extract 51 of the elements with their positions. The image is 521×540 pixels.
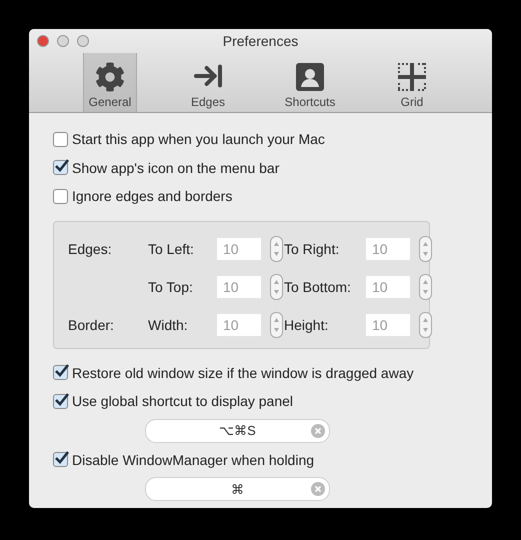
option-label: Ignore edges and borders: [72, 188, 232, 204]
gear-icon: [95, 62, 125, 92]
minimize-button[interactable]: [57, 35, 69, 47]
shortcut-field[interactable]: ⌘: [145, 477, 330, 501]
stepper[interactable]: [419, 312, 432, 338]
checkbox[interactable]: [53, 132, 68, 147]
stepper[interactable]: [270, 312, 283, 338]
up-down-arrows-icon: [423, 242, 428, 256]
checkbox[interactable]: [53, 365, 68, 380]
clear-icon[interactable]: [311, 482, 325, 496]
option-label: Start this app when you launch your Mac: [72, 131, 325, 148]
checkmark-icon: [54, 364, 68, 378]
up-down-arrows-icon: [423, 280, 428, 294]
zoom-button[interactable]: [77, 35, 89, 47]
up-down-arrows-icon: [274, 318, 279, 332]
field-label: Width:: [148, 316, 189, 332]
checkbox[interactable]: [53, 188, 68, 204]
option-label: Restore old window size if the window is dragged away: [72, 364, 414, 381]
group-label: Edges:: [68, 240, 113, 256]
toolbar-tab[interactable]: Grid: [391, 53, 433, 112]
up-down-arrows-icon: [274, 242, 279, 256]
field-label: To Right:: [284, 240, 340, 256]
option-label: Disable WindowManager when holding: [72, 452, 314, 468]
toolbar-tab[interactable]: Edges: [187, 53, 229, 112]
grid-icon: [397, 62, 427, 92]
field-label: To Bottom:: [284, 278, 352, 294]
stepper[interactable]: [270, 274, 283, 300]
option-label: Show app's icon on the menu bar: [72, 160, 280, 176]
up-down-arrows-icon: [274, 280, 279, 294]
up-down-arrows-icon: [423, 318, 428, 332]
checkmark-icon: [54, 451, 68, 464]
toolbar-tab[interactable]: Shortcuts: [274, 53, 346, 112]
stepper[interactable]: [419, 236, 432, 262]
shortcut-field[interactable]: ⌥⌘S: [145, 418, 330, 442]
checkbox[interactable]: [53, 452, 68, 468]
field-label: To Left:: [148, 240, 195, 256]
stepper[interactable]: [270, 236, 283, 262]
person-icon: [295, 62, 325, 92]
group-label: Border:: [68, 316, 115, 332]
checkmark-icon: [54, 159, 68, 172]
stepper[interactable]: [419, 274, 432, 300]
window-title: Preferences: [222, 33, 298, 49]
field-label: Height:: [284, 316, 330, 332]
close-button[interactable]: [37, 35, 49, 47]
option-label: Use global shortcut to display panel: [72, 393, 294, 410]
checkmark-icon: [54, 392, 68, 406]
field-label: To Top:: [148, 278, 194, 294]
clear-icon[interactable]: [311, 424, 325, 438]
checkbox[interactable]: [53, 160, 68, 176]
checkbox[interactable]: [53, 394, 68, 409]
toolbar-tab[interactable]: General: [83, 53, 137, 112]
